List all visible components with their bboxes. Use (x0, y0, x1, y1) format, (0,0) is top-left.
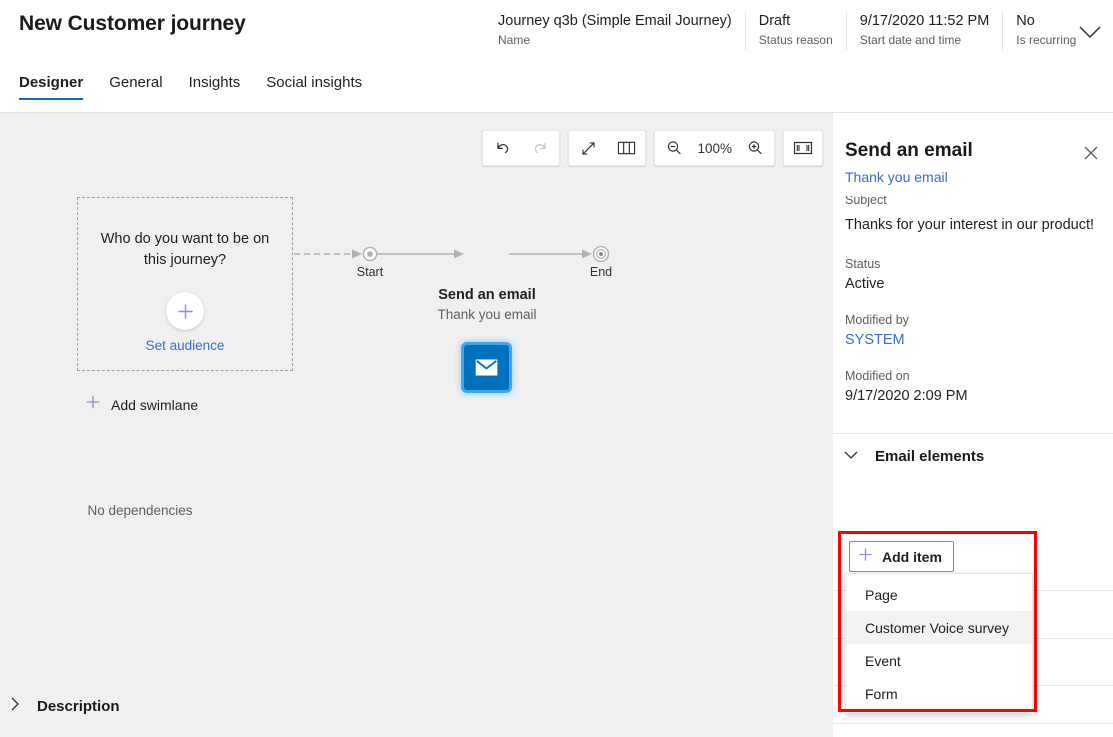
dropdown-option-customer-voice-survey[interactable]: Customer Voice survey (846, 611, 1032, 644)
envelope-icon (475, 359, 498, 376)
field-value-modified-on: 9/17/2020 2:09 PM (845, 388, 968, 404)
field-subject-label-wrap: Subject (845, 196, 1103, 214)
section-title-description: Description (37, 698, 120, 715)
tab-insights[interactable]: Insights (189, 74, 255, 100)
meta-label-is-recurring: Is recurring (1016, 33, 1077, 47)
add-swimlane-label: Add swimlane (111, 396, 199, 413)
end-marker-label: End (589, 265, 613, 279)
audience-question: Who do you want to be on this journey? (100, 231, 270, 268)
dropdown-option-form[interactable]: Form (846, 677, 1032, 710)
dropdown-option-event-label: Event (865, 652, 901, 669)
dropdown-option-form-label: Form (865, 685, 898, 702)
tab-bar: Designer General Insights Social insight… (19, 74, 388, 100)
no-dependencies-text: No dependencies (87, 503, 193, 518)
meta-label-status-reason: Status reason (758, 33, 833, 47)
panel-subtitle-link[interactable]: Thank you email (845, 169, 948, 185)
plus-icon[interactable] (166, 292, 204, 330)
map-icon[interactable] (607, 131, 645, 165)
add-item-button[interactable]: Add item (849, 541, 954, 572)
canvas-toolbar: 100% (482, 130, 823, 166)
section-header-description[interactable]: Description (11, 697, 120, 716)
tab-designer[interactable]: Designer (19, 74, 97, 100)
journey-designer-app: New Customer journey Journey q3b (Simple… (0, 0, 1113, 737)
meta-value-name: Journey q3b (Simple Email Journey) (498, 13, 732, 29)
fit-group (783, 130, 823, 166)
field-status: Status Active (845, 256, 1103, 295)
fit-to-screen-icon[interactable] (784, 131, 822, 165)
undo-redo-group (482, 130, 561, 166)
dropdown-option-page[interactable]: Page (846, 578, 1032, 611)
dropdown-option-customer-voice-survey-label: Customer Voice survey (865, 619, 1009, 636)
expand-diagonal-icon[interactable] (569, 131, 607, 165)
field-label-modified-by: Modified by (845, 313, 909, 327)
panel-divider-4 (833, 723, 1113, 724)
add-swimlane-button[interactable]: Add swimlane (85, 394, 198, 415)
dropdown-option-page-label: Page (865, 586, 898, 603)
start-marker-label: Start (356, 265, 384, 279)
zoom-in-icon[interactable] (736, 131, 774, 165)
panel-divider-top (833, 433, 1113, 434)
close-icon[interactable] (1077, 139, 1105, 167)
plus-icon (85, 394, 101, 415)
meta-field-name: Journey q3b (Simple Email Journey) Name (498, 11, 745, 49)
zoom-group: 100% (654, 130, 775, 166)
meta-value-is-recurring: No (1016, 13, 1035, 29)
chevron-down-icon[interactable] (1075, 18, 1105, 48)
tab-designer-label: Designer (19, 74, 84, 91)
field-value-status: Active (845, 276, 885, 292)
page-title: New Customer journey (19, 12, 246, 35)
field-subject-value-wrap: Thanks for your interest in our product! (845, 214, 1103, 236)
send-email-node[interactable] (464, 345, 509, 390)
tab-general-label: General (109, 74, 163, 91)
dropdown-option-event[interactable]: Event (846, 644, 1032, 677)
zoom-out-icon[interactable] (655, 131, 693, 165)
panel-title: Send an email (845, 140, 973, 161)
field-label-subject: Subject (845, 196, 887, 207)
tab-social-insights[interactable]: Social insights (266, 74, 376, 100)
send-email-node-subtitle: Thank you email (437, 307, 537, 322)
meta-field-status-reason: Draft Status reason (744, 11, 846, 50)
app-header: New Customer journey Journey q3b (Simple… (0, 0, 1113, 113)
undo-icon[interactable] (483, 131, 521, 165)
add-item-dropdown-menu: Page Customer Voice survey Event Form (845, 573, 1033, 714)
meta-label-name: Name (498, 33, 531, 47)
meta-label-start-date: Start date and time (859, 33, 962, 47)
field-modified-on: Modified on 9/17/2020 2:09 PM (845, 368, 1103, 407)
zoom-level-label: 100% (697, 140, 732, 156)
field-value-modified-by[interactable]: SYSTEM (845, 330, 1103, 351)
meta-field-start-date: 9/17/2020 11:52 PM Start date and time (845, 11, 1003, 50)
meta-value-start-date: 9/17/2020 11:52 PM (859, 13, 990, 29)
field-label-modified-on: Modified on (845, 369, 910, 383)
redo-icon[interactable] (521, 131, 559, 165)
chevron-right-icon (11, 697, 20, 716)
journey-canvas[interactable]: 100% Who do you want to be on this journ… (0, 113, 833, 737)
tab-general[interactable]: General (109, 74, 176, 100)
send-email-node-title: Send an email (438, 287, 536, 303)
meta-value-status-reason: Draft (758, 13, 791, 29)
tab-social-insights-label: Social insights (266, 74, 363, 91)
section-header-email-elements[interactable]: Email elements (844, 447, 984, 465)
tab-insights-label: Insights (188, 74, 241, 91)
section-title-email-elements: Email elements (875, 447, 985, 465)
view-group (568, 130, 647, 166)
plus-icon (858, 547, 873, 567)
record-meta-strip: Journey q3b (Simple Email Journey) Name … (498, 11, 1089, 55)
field-label-status: Status (845, 257, 881, 271)
field-modified-by: Modified by SYSTEM (845, 312, 1103, 351)
audience-placeholder-box[interactable]: Who do you want to be on this journey? S… (77, 197, 293, 371)
chevron-down-icon (844, 447, 858, 465)
add-item-label: Add item (882, 548, 942, 565)
set-audience-link[interactable]: Set audience (78, 338, 292, 353)
field-value-subject: Thanks for your interest in our product! (845, 217, 1095, 233)
